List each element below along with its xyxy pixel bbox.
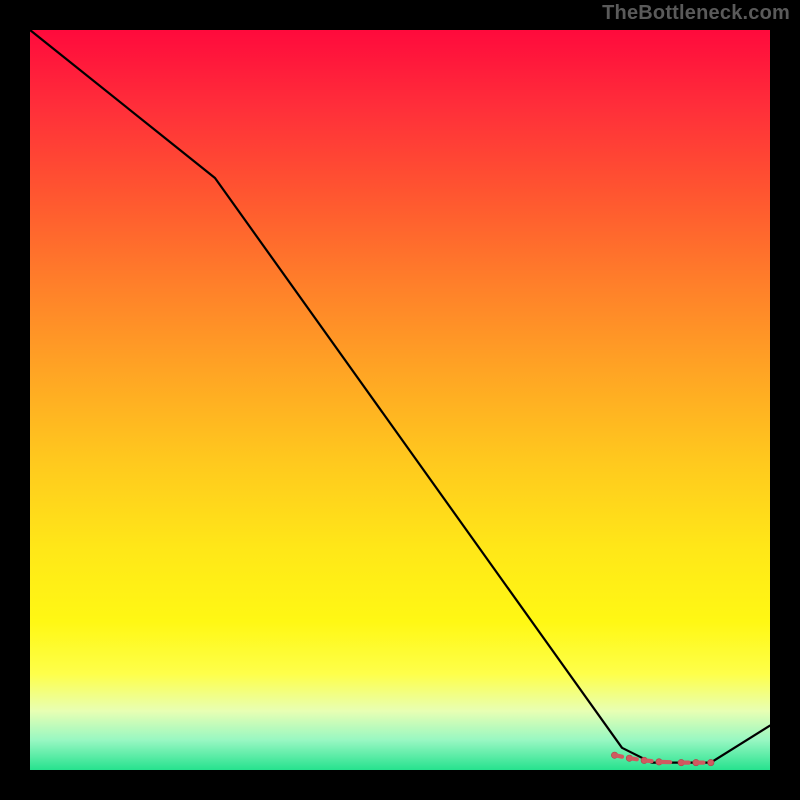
marker-dash: [629, 758, 636, 759]
chart-svg: [30, 30, 770, 770]
chart-frame: TheBottleneck.com: [0, 0, 800, 800]
watermark-text: TheBottleneck.com: [602, 2, 790, 25]
marker-dash: [615, 755, 622, 757]
marker-dot: [708, 759, 714, 765]
marker-dash: [644, 760, 651, 761]
highlight-markers: [611, 752, 714, 766]
main-curve: [30, 30, 770, 763]
plot-area: [30, 30, 770, 770]
